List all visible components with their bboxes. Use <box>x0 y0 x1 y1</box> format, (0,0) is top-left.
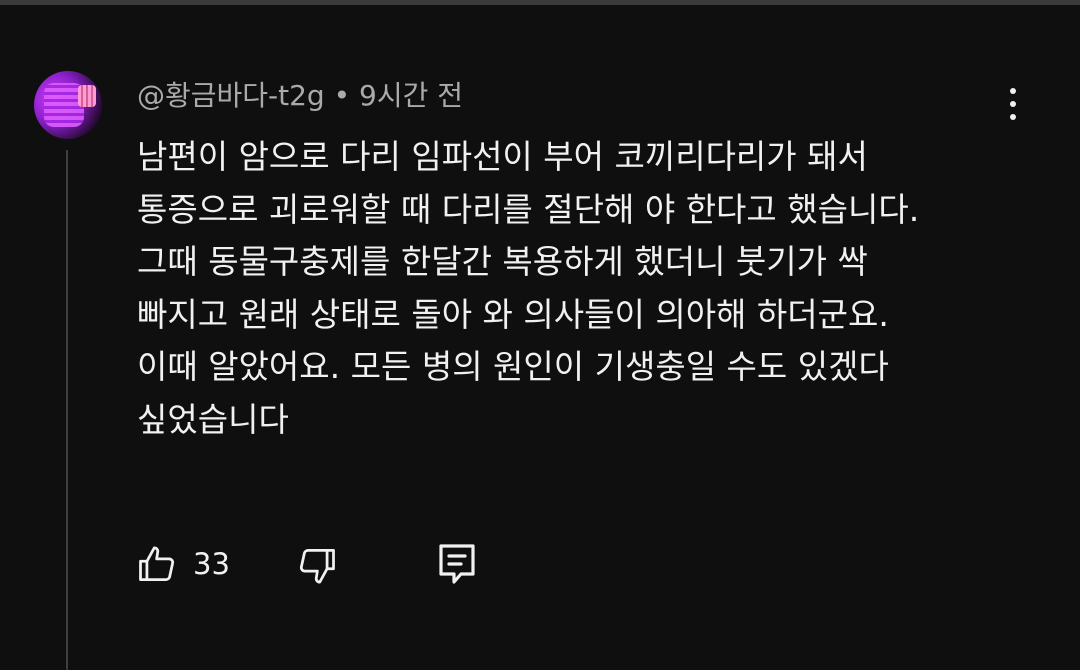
thumb-down-icon <box>299 549 335 584</box>
comment-text-line: 싶었습니다 <box>137 399 289 439</box>
reply-button[interactable] <box>437 540 477 588</box>
timestamp[interactable]: 9시간 전 <box>359 79 463 112</box>
top-divider <box>0 0 1080 5</box>
comment-text-line: 남편이 암으로 다리 임파선이 부어 코끼리다리가 돼서 <box>137 137 868 176</box>
meta-separator: • <box>333 79 351 112</box>
comment-reply-icon <box>439 544 475 584</box>
thread-line <box>66 150 68 670</box>
dislike-button[interactable] <box>295 540 339 588</box>
comment-header: @황금바다-t2g • 9시간 전 <box>137 78 463 114</box>
like-button[interactable]: 33 <box>135 540 230 588</box>
comment-text: 남편이 암으로 다리 임파선이 부어 코끼리다리가 돼서 통증으로 괴로워할 때… <box>137 131 1037 446</box>
comment-text-line: 통증으로 괴로워할 때 다리를 절단해 야 한다고 했습니다. <box>137 189 920 229</box>
more-options-button[interactable] <box>996 84 1030 124</box>
comment-text-line: 빠지고 원래 상태로 돌아 와 의사들이 의아해 하더군요. <box>137 294 889 334</box>
like-count: 33 <box>193 547 230 581</box>
more-vert-icon <box>1010 88 1016 120</box>
comment-text-line: 이때 알았어요. 모든 병의 원인이 기생충일 수도 있겠다 <box>137 347 889 386</box>
thumb-up-icon <box>139 546 175 581</box>
author-handle[interactable]: @황금바다-t2g <box>137 79 325 112</box>
avatar-image-cube <box>78 85 96 107</box>
comment-text-line: 그때 동물구충제를 한달간 복용하게 했더니 붓기가 싹 <box>137 242 868 281</box>
avatar[interactable] <box>34 71 102 139</box>
